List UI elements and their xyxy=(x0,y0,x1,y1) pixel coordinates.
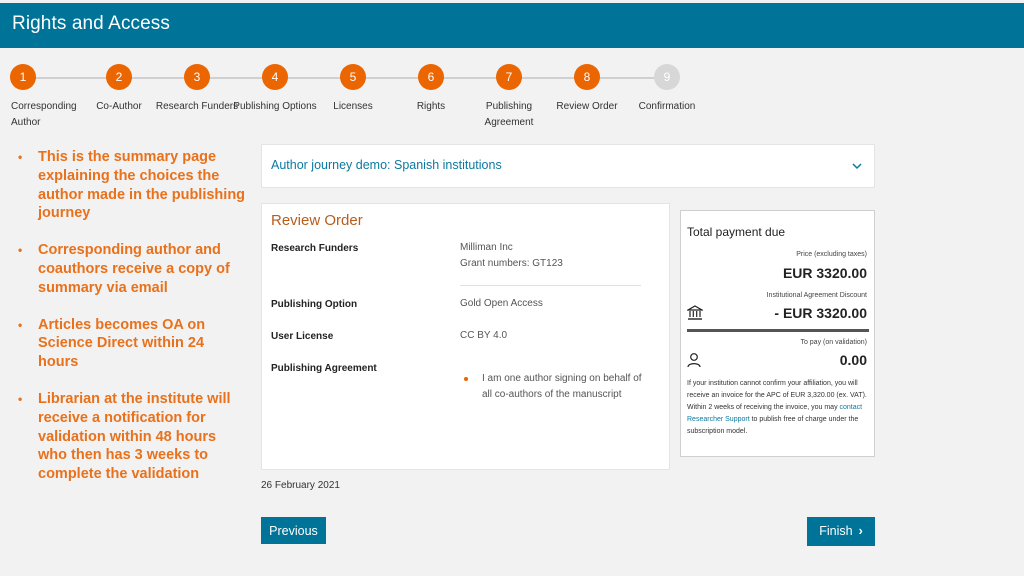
divider xyxy=(460,285,641,286)
step-label: Corresponding Author xyxy=(11,101,77,128)
review-title: Review Order xyxy=(271,212,363,229)
step-label: Publishing Agreement xyxy=(484,101,534,128)
step-label: Licenses xyxy=(333,101,373,112)
step-number: 6 xyxy=(418,64,444,90)
step-label: Confirmation xyxy=(638,101,696,112)
previous-button[interactable]: Previous xyxy=(261,517,326,544)
bullet-icon xyxy=(464,377,468,381)
step-rights[interactable]: 6 Rights xyxy=(386,62,476,115)
agreement-label: Publishing Agreement xyxy=(271,363,377,374)
license-label: User License xyxy=(271,331,334,342)
note-item: • Corresponding author and coauthors rece… xyxy=(18,242,230,296)
step-licenses[interactable]: 5 Licenses xyxy=(308,62,398,115)
step-corresponding-author[interactable]: 1 Corresponding Author xyxy=(0,62,80,131)
payment-title: Total payment due xyxy=(687,225,786,239)
page-header: Rights and Access xyxy=(0,3,1024,48)
chevron-right-icon: › xyxy=(858,524,863,538)
step-number: 2 xyxy=(106,64,132,90)
step-number: 8 xyxy=(574,64,600,90)
option-value: Gold Open Access xyxy=(460,298,543,309)
step-number: 5 xyxy=(340,64,366,90)
step-label: Review Order xyxy=(556,101,618,112)
bank-icon xyxy=(687,305,703,320)
step-co-author[interactable]: 2 Co-Author xyxy=(74,62,164,115)
step-number: 4 xyxy=(262,64,288,90)
option-label: Publishing Option xyxy=(271,299,358,310)
step-number: 9 xyxy=(654,64,680,90)
step-label: Rights xyxy=(416,101,446,112)
funders-label: Research Funders xyxy=(271,243,359,254)
agreement-value: I am one author signing on behalf of all… xyxy=(462,371,652,403)
pay-label: To pay (on validation) xyxy=(800,339,867,346)
invoice-note: If your institution cannot confirm your … xyxy=(687,380,867,435)
price-value: EUR 3320.00 xyxy=(782,265,867,281)
step-publishing-options[interactable]: 4 Publishing Options xyxy=(230,62,320,115)
step-number: 3 xyxy=(184,64,210,90)
journey-title: Author journey demo: Spanish institution… xyxy=(271,158,502,172)
step-label: Publishing Options xyxy=(233,101,317,112)
note-item: • Librarian at the institute will receive… xyxy=(18,390,231,483)
order-date: 26 February 2021 xyxy=(261,480,340,491)
payment-panel: Total payment due Price (excluding taxes… xyxy=(680,210,875,457)
step-label: Research Funders xyxy=(155,101,239,112)
review-order-panel: Review Order Research Funders Milliman I… xyxy=(261,203,670,470)
step-number: 7 xyxy=(496,64,522,90)
step-confirmation: 9 Confirmation xyxy=(622,62,712,115)
presentation-notes: • This is the summary page explaining the… xyxy=(18,148,248,502)
discount-value: - EUR 3320.00 xyxy=(774,305,867,321)
step-publishing-agreement[interactable]: 7 Publishing Agreement xyxy=(464,62,554,131)
funders-value: Milliman Inc Grant numbers: GT123 xyxy=(460,242,563,269)
divider xyxy=(687,329,869,332)
step-number: 1 xyxy=(10,64,36,90)
note-item: • Articles becomes OA on Science Direct w… xyxy=(18,316,206,371)
step-label: Co-Author xyxy=(96,101,142,112)
step-review-order[interactable]: 8 Review Order xyxy=(542,62,632,115)
finish-button[interactable]: Finish › xyxy=(807,517,875,546)
journey-accordion[interactable]: Author journey demo: Spanish institution… xyxy=(261,144,875,188)
progress-stepper: 1 Corresponding Author 2 Co-Author 3 Res… xyxy=(0,62,1024,132)
page-title: Rights and Access xyxy=(12,13,171,34)
chevron-down-icon[interactable] xyxy=(852,161,862,171)
license-value: CC BY 4.0 xyxy=(460,330,508,341)
note-item: • This is the summary page explaining the… xyxy=(18,149,246,222)
user-icon xyxy=(687,353,701,368)
price-label: Price (excluding taxes) xyxy=(796,251,867,258)
discount-label: Institutional Agreement Discount xyxy=(766,292,867,299)
pay-value: 0.00 xyxy=(839,352,867,368)
step-research-funders[interactable]: 3 Research Funders xyxy=(152,62,242,115)
